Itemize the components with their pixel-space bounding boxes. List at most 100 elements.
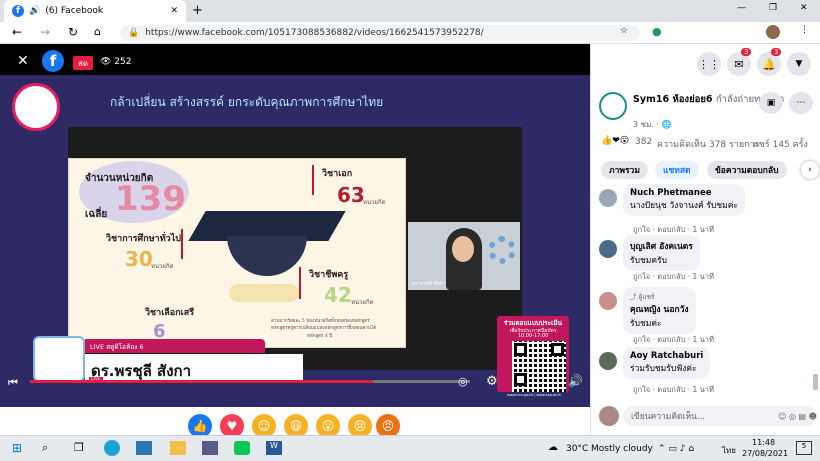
star-icon[interactable]: ☆	[620, 26, 628, 36]
qr-code[interactable]	[512, 341, 566, 392]
emoji-icon[interactable]: ☺ ◎ ▤ ☻	[778, 412, 817, 421]
divider-line	[312, 165, 314, 195]
post-time[interactable]: 3 ชม. · 🌐	[633, 118, 672, 131]
comment-text: ร่วมรับชมรับฟังค่ะ	[630, 364, 697, 374]
segment-elective-label: วิชาเลือกเสรี	[145, 308, 195, 318]
store-icon[interactable]	[202, 441, 218, 455]
shares-count[interactable]: แชร์ 145 ครั้ง	[753, 137, 808, 151]
folder-icon[interactable]	[170, 441, 186, 455]
lower-third-logo	[33, 336, 85, 382]
account-caret-icon[interactable]: ▼	[787, 52, 811, 76]
play-icon[interactable]: ⏮	[8, 376, 18, 390]
line-icon[interactable]	[234, 441, 250, 455]
lower-third-top: LIVE สตูดิโอห้อง 6	[85, 339, 265, 353]
comment-author[interactable]: คุณหญิง นอกวัง	[630, 302, 689, 316]
segment-general-unit: หน่วยกิต	[151, 263, 174, 270]
extension-icon[interactable]: ●	[652, 25, 662, 38]
input-language[interactable]: ไทย	[722, 444, 736, 457]
logo-circle	[12, 83, 60, 131]
comment-text: รับชมค่ะ	[630, 319, 662, 329]
notifications-badge: 3	[771, 48, 782, 56]
windows-taskbar: ⊞ ⌕ ❐ W ☁ 30°C Mostly cloudy ⌃ ▭ ♪ ⌂ ไทย…	[0, 435, 820, 461]
comment-bubble: Aoy Ratchaburi ร่วมรับชมรับฟังค่ะ	[623, 347, 711, 379]
picture-in-picture-icon[interactable]: ◎	[458, 375, 468, 388]
comment-text: นางปัยนุช วังจานงค์ รับชมค่ะ	[630, 201, 739, 211]
close-video-icon[interactable]: ✕	[17, 53, 29, 69]
profile-avatar[interactable]	[766, 25, 780, 39]
speaker-icon[interactable]: 🔊	[29, 6, 40, 16]
comments-count[interactable]: ความคิดเห็น 378 รายการ	[657, 137, 760, 151]
back-icon[interactable]: ←	[12, 25, 22, 39]
clock-date[interactable]: 27/08/2021	[742, 449, 788, 458]
comment-bubble: ⤴ ผู้แชร์ คุณหญิง นอกวัง รับชมค่ะ	[623, 287, 696, 334]
eye-icon: 👁	[100, 57, 115, 67]
page-avatar[interactable]	[599, 92, 627, 120]
windows-start-icon[interactable]: ⊞	[12, 441, 22, 455]
comments-scrollbar[interactable]	[813, 374, 818, 390]
notification-center-icon[interactable]: 5	[796, 441, 812, 455]
settings-gear-icon[interactable]: ⚙	[486, 374, 498, 389]
tray-icons[interactable]: ⌃ ▭ ♪ ⌂	[658, 444, 694, 454]
volume-icon[interactable]: 🔊	[568, 374, 583, 388]
search-icon[interactable]: ⌕	[42, 441, 48, 455]
lower-third: LIVE สตูดิโอห้อง 6 ดร.พรชุลี สังกา LIVE	[33, 336, 305, 385]
composer-avatar[interactable]	[599, 406, 619, 426]
temperature[interactable]: 30°C	[566, 444, 588, 454]
reaction-icons[interactable]: 👍❤😮	[601, 136, 629, 146]
messenger-badge: 3	[741, 48, 752, 56]
gear-icon	[488, 236, 516, 264]
reactions-count[interactable]: 382	[635, 137, 652, 147]
comment-avatar[interactable]	[599, 352, 617, 370]
forward-icon[interactable]: →	[40, 25, 50, 39]
comment-author[interactable]: บุญเลิศ อังคเนตร	[630, 239, 693, 253]
tab-strip: f 🔊 (6) Facebook ✕ + — ❐ ✕	[0, 0, 820, 22]
files-icon[interactable]	[136, 441, 152, 455]
window-close-icon[interactable]: ✕	[800, 3, 808, 13]
comment-author[interactable]: Aoy Ratchaburi	[630, 351, 703, 361]
comment-composer[interactable]: เขียนความคิดเห็น... ☺ ◎ ▤ ☻	[623, 406, 817, 426]
weather-text[interactable]: Mostly cloudy	[591, 444, 653, 454]
chart-note-1: ส่วนมากร้อยละ 5 ของหน่วยกิตทั้งหมดของหลั…	[271, 319, 370, 324]
comment-actions[interactable]: ถูกใจ · ตอบกลับ · 1 นาที	[633, 271, 714, 283]
word-icon[interactable]: W	[266, 441, 282, 455]
more-options-icon[interactable]: ⋯	[789, 92, 813, 114]
comment-avatar[interactable]	[599, 240, 617, 258]
new-tab-icon[interactable]: +	[192, 3, 203, 18]
comment-actions[interactable]: ถูกใจ · ตอบกลับ · 1 นาที	[633, 334, 714, 346]
diploma-scroll-icon	[229, 284, 299, 302]
minimize-icon[interactable]: —	[737, 3, 746, 13]
reload-icon[interactable]: ↻	[68, 25, 78, 39]
edge-icon[interactable]	[104, 440, 120, 456]
save-icon[interactable]: ▣	[759, 92, 783, 114]
address-bar[interactable]: 🔒 https://www.facebook.com/1051730885368…	[120, 25, 640, 41]
facebook-logo-icon[interactable]: f	[42, 50, 64, 72]
comment-avatar[interactable]	[599, 292, 617, 310]
task-view-icon[interactable]: ❐	[74, 441, 84, 454]
comment-author[interactable]: Nuch Phetmanee	[630, 188, 738, 198]
tab-overview[interactable]: ภาพรวม	[601, 161, 648, 179]
clock-time[interactable]: 11:48	[752, 438, 775, 447]
live-badge: สด	[73, 56, 93, 70]
tab-replies[interactable]: ข้อความตอบกลับ	[707, 161, 787, 179]
menu-dots-icon[interactable]: ⋮	[800, 25, 809, 35]
divider-line	[299, 267, 301, 299]
browser-tab[interactable]: f 🔊 (6) Facebook ✕	[4, 0, 186, 22]
segment-general-label: วิชาการศึกษาทั่วไป	[106, 234, 181, 244]
menu-grid-icon[interactable]: ⋮⋮	[697, 52, 721, 76]
comment-actions[interactable]: ถูกใจ · ตอบกลับ · 1 นาที	[633, 384, 714, 396]
segment-teacher-unit: หน่วยกิต	[351, 299, 374, 306]
segment-major-unit: หน่วยกิต	[363, 199, 386, 206]
post-panel: ⋮⋮ ✉ 3 🔔 3 ▼ Sym16 ห้องย่อย6 กำลังถ่ายทอ…	[590, 44, 820, 435]
tab-close-icon[interactable]: ✕	[170, 6, 178, 16]
chart-note-3: หลักสูตร 4 ปี	[307, 334, 333, 339]
restore-icon[interactable]: ❐	[769, 3, 777, 13]
tab-live-chat[interactable]: แชทสด	[655, 161, 699, 179]
qr-footer: www.trcs.go.th / www.ksp.or.th	[507, 393, 561, 397]
weather-icon[interactable]: ☁	[548, 442, 558, 453]
comment-avatar[interactable]	[599, 189, 617, 207]
home-icon[interactable]: ⌂	[94, 25, 101, 38]
sharer-icon: ⤴	[630, 293, 639, 301]
webcam-caption: ดร.พรชุลี สังกา	[412, 281, 445, 287]
tabs-next-icon[interactable]: ›	[801, 161, 819, 179]
qr-time: 10.00-17.00	[517, 333, 549, 339]
